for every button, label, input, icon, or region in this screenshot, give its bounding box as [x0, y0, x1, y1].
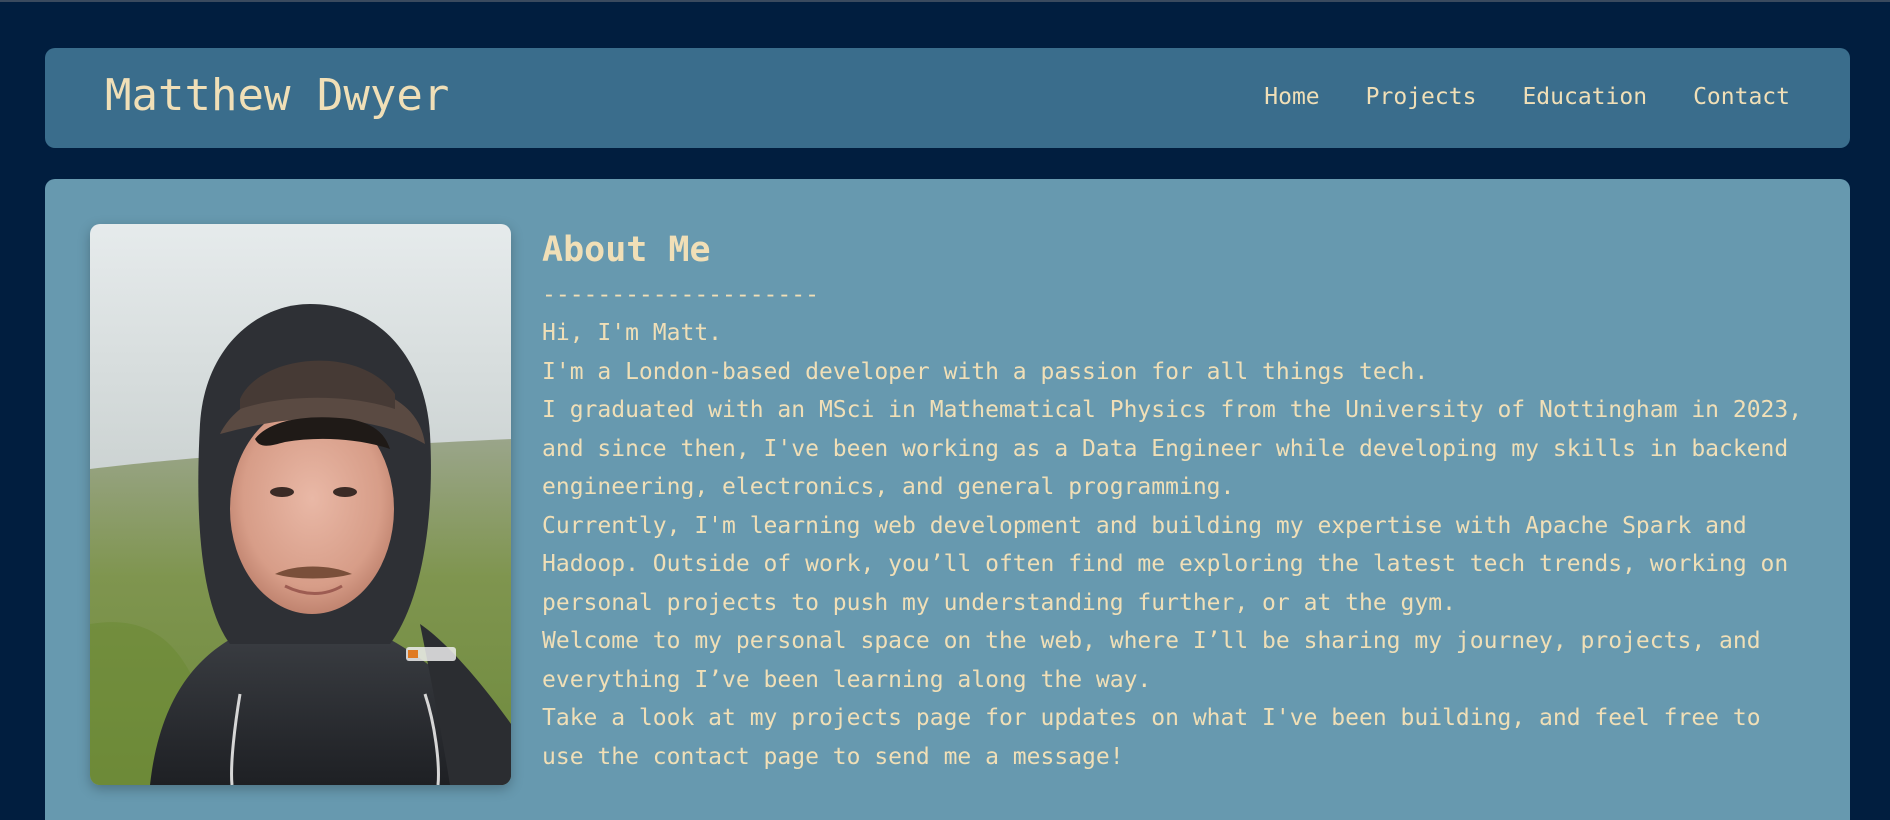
- top-edge-line: [0, 0, 1890, 2]
- nav-education-link[interactable]: Education: [1522, 82, 1647, 112]
- about-paragraph: Hi, I'm Matt.: [542, 320, 723, 346]
- about-paragraph: Currently, I'm learning web development …: [542, 512, 1789, 616]
- about-text: About Me -------------------- Hi, I'm Ma…: [542, 224, 1812, 776]
- nav-projects-link[interactable]: Projects: [1366, 82, 1477, 112]
- site-title[interactable]: Matthew Dwyer: [105, 70, 449, 122]
- profile-photo: [90, 224, 511, 785]
- site-header: Matthew Dwyer Home Projects Education Co…: [45, 48, 1850, 148]
- nav-contact-link[interactable]: Contact: [1693, 82, 1790, 112]
- about-heading: About Me: [542, 230, 711, 270]
- about-paragraph: I graduated with an MSci in Mathematical…: [542, 397, 1803, 500]
- nav-home-link[interactable]: Home: [1264, 82, 1319, 112]
- about-paragraph: I'm a London-based developer with a pass…: [542, 358, 1429, 385]
- about-section: About Me -------------------- Hi, I'm Ma…: [45, 179, 1850, 820]
- about-paragraph: Welcome to my personal space on the web,…: [542, 628, 1761, 693]
- about-paragraph: Take a look at my projects page for upda…: [542, 705, 1761, 770]
- heading-divider: --------------------: [542, 282, 819, 308]
- main-nav: Home Projects Education Contact: [1264, 82, 1790, 112]
